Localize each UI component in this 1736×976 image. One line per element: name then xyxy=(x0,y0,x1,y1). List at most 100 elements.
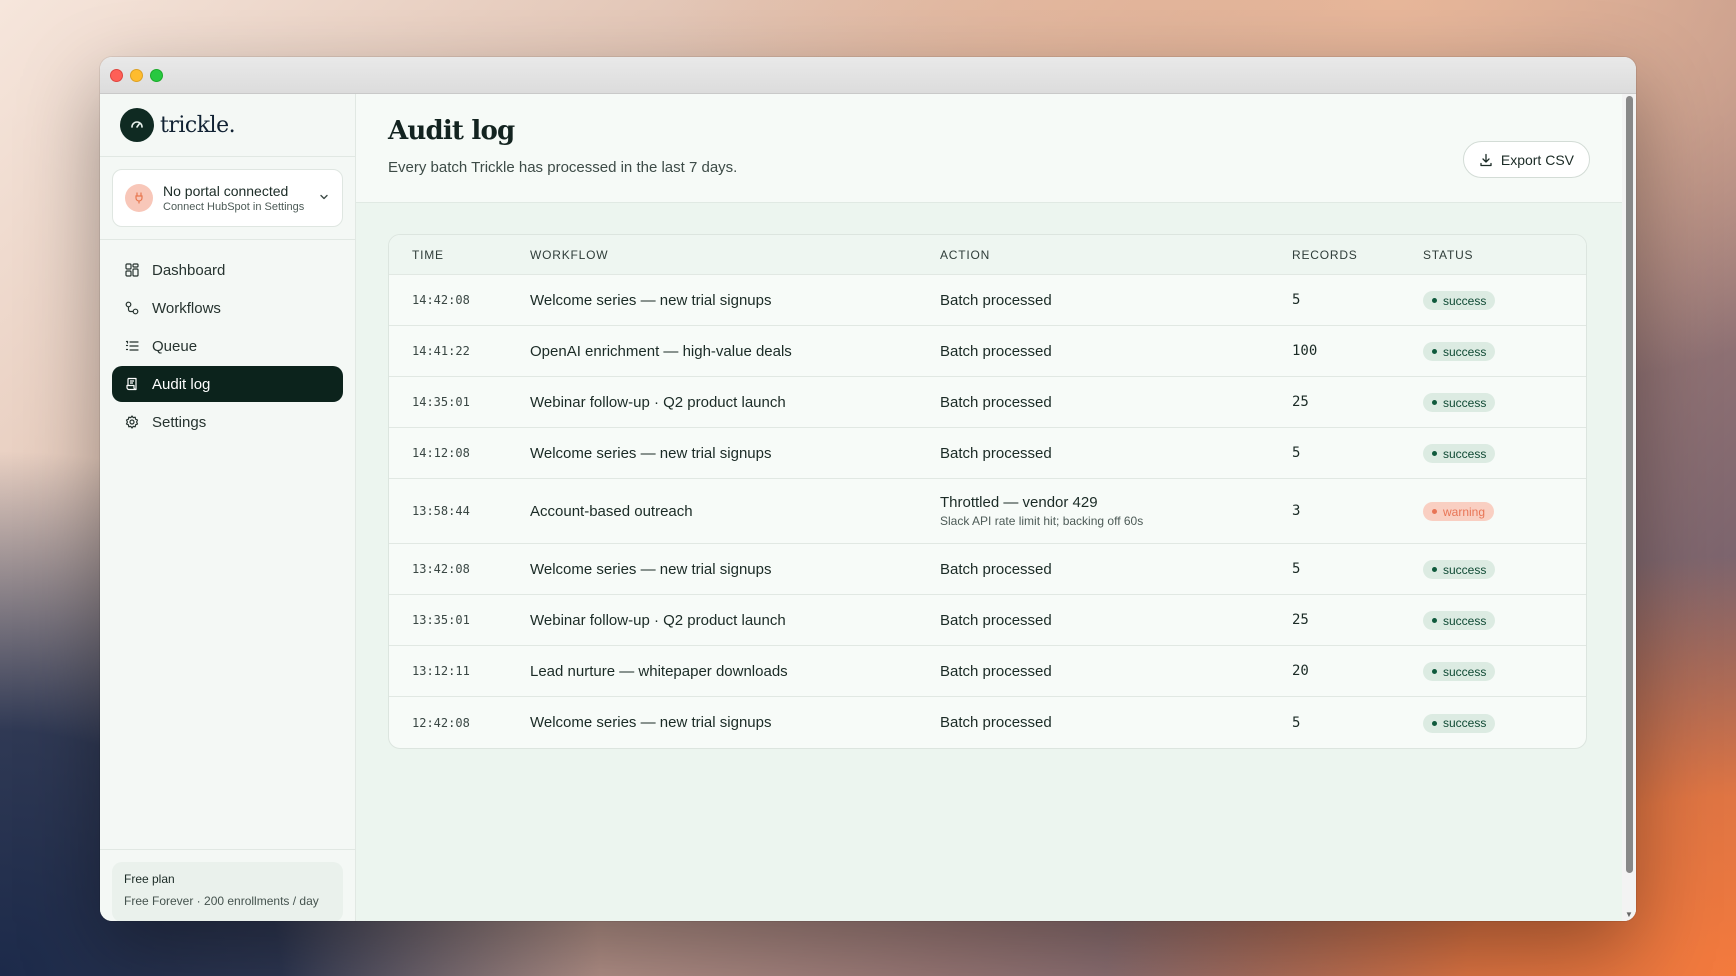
cell-action: Batch processed xyxy=(940,393,1052,411)
column-header-workflow[interactable]: WORKFLOW xyxy=(530,248,940,262)
gear-icon xyxy=(124,414,140,430)
portal-selector[interactable]: No portal connected Connect HubSpot in S… xyxy=(112,169,343,227)
sidebar-item-label: Dashboard xyxy=(152,261,226,279)
table-row[interactable]: 14:41:22 OpenAI enrichment — high-value … xyxy=(389,326,1586,377)
brand[interactable]: trickle. xyxy=(100,94,355,157)
cell-time: 13:12:11 xyxy=(412,664,470,678)
cell-time: 12:42:08 xyxy=(412,715,470,730)
cell-action: Batch processed xyxy=(940,560,1052,578)
cell-records: 5 xyxy=(1292,714,1301,731)
sidebar-item-dashboard[interactable]: Dashboard xyxy=(112,252,343,288)
brand-logo-icon xyxy=(120,108,154,142)
export-csv-button[interactable]: Export CSV xyxy=(1462,141,1590,178)
minimize-window-button[interactable] xyxy=(130,69,143,82)
main-content: Audit log Every batch Trickle has proces… xyxy=(356,94,1636,921)
column-header-records[interactable]: RECORDS xyxy=(1292,248,1423,262)
cell-workflow: Welcome series — new trial signups xyxy=(530,714,772,731)
brand-name: trickle. xyxy=(160,112,236,138)
sidebar-item-workflows[interactable]: Workflows xyxy=(112,290,343,326)
export-csv-label: Export CSV xyxy=(1500,151,1574,168)
maximize-window-button[interactable] xyxy=(150,69,163,82)
status-badge: success xyxy=(1423,444,1496,463)
table-row[interactable]: 13:58:44 Account-based outreach Throttle… xyxy=(389,479,1586,544)
status-badge: success xyxy=(1423,611,1496,630)
page-subtitle: Every batch Trickle has processed in the… xyxy=(388,159,738,176)
grid-icon xyxy=(124,262,140,278)
scroll-icon xyxy=(124,376,140,392)
table-header: TIME WORKFLOW ACTION RECORDS STATUS xyxy=(389,235,1586,275)
sidebar-nav: Dashboard Workflows Queue Audit log Sett… xyxy=(100,240,355,454)
title-bar xyxy=(100,57,1636,94)
status-badge: success xyxy=(1423,662,1496,681)
column-header-action[interactable]: ACTION xyxy=(940,248,1292,262)
plan-title: Free plan xyxy=(124,872,175,886)
portal-subtitle: Connect HubSpot in Settings xyxy=(163,201,305,213)
table-row[interactable]: 14:12:08 Welcome series — new trial sign… xyxy=(389,428,1586,479)
table-row[interactable]: 12:42:08 Welcome series — new trial sign… xyxy=(389,697,1586,748)
plug-icon xyxy=(125,184,153,212)
cell-workflow: Webinar follow-up · Q2 product launch xyxy=(530,611,786,629)
audit-log-table: TIME WORKFLOW ACTION RECORDS STATUS 14:4… xyxy=(388,234,1587,749)
sidebar-item-audit-log[interactable]: Audit log xyxy=(112,366,343,402)
cell-time: 13:35:01 xyxy=(412,613,470,627)
cell-records: 25 xyxy=(1292,612,1309,628)
cell-time: 13:58:44 xyxy=(412,504,470,518)
table-row[interactable]: 14:42:08 Welcome series — new trial sign… xyxy=(389,275,1586,326)
vertical-scrollbar[interactable]: ▼ xyxy=(1622,94,1636,921)
sidebar-item-label: Audit log xyxy=(152,375,211,393)
table-row[interactable]: 14:35:01 Webinar follow-up · Q2 product … xyxy=(389,377,1586,428)
cell-action: Throttled — vendor 429 xyxy=(940,494,1098,511)
cell-workflow: Lead nurture — whitepaper downloads xyxy=(530,662,788,680)
cell-time: 14:41:22 xyxy=(412,344,470,358)
cell-action-detail: Slack API rate limit hit; backing off 60… xyxy=(940,514,1144,528)
cell-action: Batch processed xyxy=(940,291,1052,309)
cell-time: 13:42:08 xyxy=(412,562,470,576)
column-header-status[interactable]: STATUS xyxy=(1423,248,1586,262)
table-row[interactable]: 13:35:01 Webinar follow-up · Q2 product … xyxy=(389,595,1586,646)
cell-time: 14:12:08 xyxy=(412,446,470,460)
cell-time: 14:35:01 xyxy=(412,395,470,409)
app-window: trickle. No portal connected Connect Hub… xyxy=(100,57,1636,921)
status-badge: success xyxy=(1423,393,1496,412)
cell-workflow: OpenAI enrichment — high-value deals xyxy=(530,342,792,360)
page-title: Audit log xyxy=(388,116,515,146)
cell-workflow: Webinar follow-up · Q2 product launch xyxy=(530,393,786,411)
cell-action: Batch processed xyxy=(940,342,1052,360)
cell-workflow: Welcome series — new trial signups xyxy=(530,560,772,578)
page-header: Audit log Every batch Trickle has proces… xyxy=(356,94,1636,203)
sidebar-item-settings[interactable]: Settings xyxy=(112,404,343,440)
cell-workflow: Welcome series — new trial signups xyxy=(530,291,772,309)
sidebar-item-label: Queue xyxy=(152,337,198,355)
cell-action: Batch processed xyxy=(940,662,1052,680)
list-icon xyxy=(124,338,140,354)
close-window-button[interactable] xyxy=(110,69,123,82)
cell-records: 5 xyxy=(1292,561,1301,577)
cell-records: 20 xyxy=(1292,663,1309,679)
sidebar-item-queue[interactable]: Queue xyxy=(112,328,343,364)
workflow-icon xyxy=(124,300,140,316)
status-badge: success xyxy=(1423,291,1496,310)
status-badge: success xyxy=(1423,560,1496,579)
sidebar-item-label: Workflows xyxy=(152,299,221,317)
column-header-time[interactable]: TIME xyxy=(389,248,530,262)
scrollbar-thumb[interactable] xyxy=(1626,96,1633,873)
cell-records: 3 xyxy=(1292,503,1301,519)
scroll-down-arrow-icon[interactable]: ▼ xyxy=(1625,910,1633,919)
cell-action: Batch processed xyxy=(940,611,1052,629)
cell-records: 100 xyxy=(1292,343,1318,359)
plan-subtitle: Free Forever · 200 enrollments / day xyxy=(124,894,319,908)
portal-title: No portal connected xyxy=(163,183,289,199)
cell-action: Batch processed xyxy=(940,714,1052,731)
status-badge: warning xyxy=(1423,502,1495,521)
cell-records: 5 xyxy=(1292,292,1301,308)
cell-action: Batch processed xyxy=(940,444,1052,462)
table-row[interactable]: 13:12:11 Lead nurture — whitepaper downl… xyxy=(389,646,1586,697)
cell-workflow: Account-based outreach xyxy=(530,502,693,520)
table-row[interactable]: 13:42:08 Welcome series — new trial sign… xyxy=(389,544,1586,595)
cell-time: 14:42:08 xyxy=(412,293,470,307)
status-badge: success xyxy=(1423,713,1496,733)
cell-workflow: Welcome series — new trial signups xyxy=(530,444,772,462)
chevron-down-icon xyxy=(318,190,330,208)
cell-records: 25 xyxy=(1292,394,1309,410)
plan-card[interactable]: Free plan Free Forever · 200 enrollments… xyxy=(112,862,343,921)
